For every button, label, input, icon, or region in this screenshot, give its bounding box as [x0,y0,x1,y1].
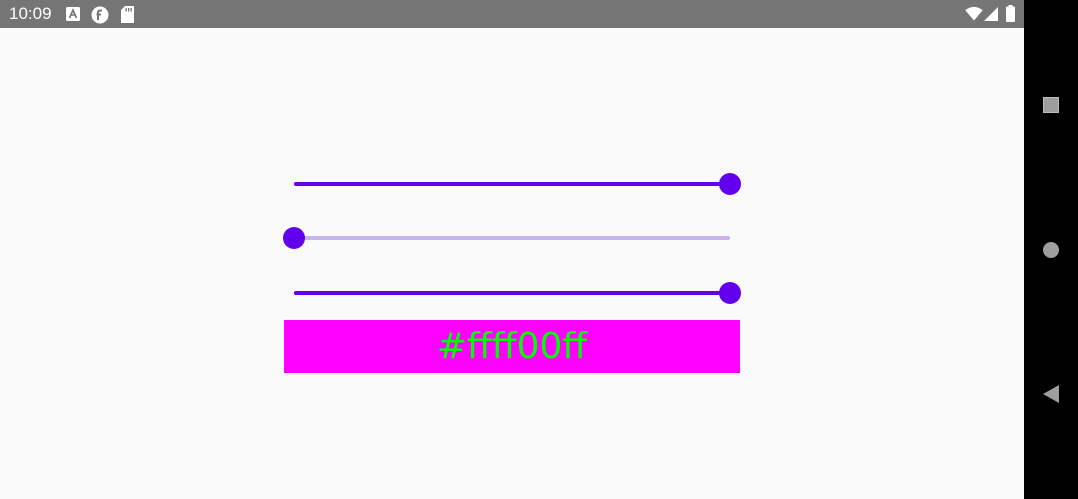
slider-track [294,236,730,240]
recents-square-icon[interactable] [1041,95,1061,115]
green-slider[interactable] [283,224,740,252]
wifi-icon [965,6,983,26]
app-screen: 10:09 #ffff00ff [0,0,1024,499]
a-notification-icon [66,7,80,26]
slider-thumb[interactable] [719,173,741,195]
battery-icon [1006,5,1015,27]
sd-card-icon [121,6,134,28]
blue-slider[interactable] [284,279,741,307]
red-slider[interactable] [284,170,741,198]
navigation-bar [1024,0,1078,499]
slider-thumb[interactable] [283,227,305,249]
status-bar: 10:09 [0,0,1024,28]
back-triangle-icon[interactable] [1041,384,1061,404]
slider-active-track [294,182,730,186]
f-notification-icon [91,6,109,29]
color-hex-value: #ffff00ff [436,325,588,367]
status-time: 10:09 [9,4,52,23]
color-preview-box: #ffff00ff [284,320,740,373]
signal-icon [984,7,998,26]
home-circle-icon[interactable] [1041,240,1061,260]
slider-thumb[interactable] [719,282,741,304]
slider-active-track [294,291,730,295]
